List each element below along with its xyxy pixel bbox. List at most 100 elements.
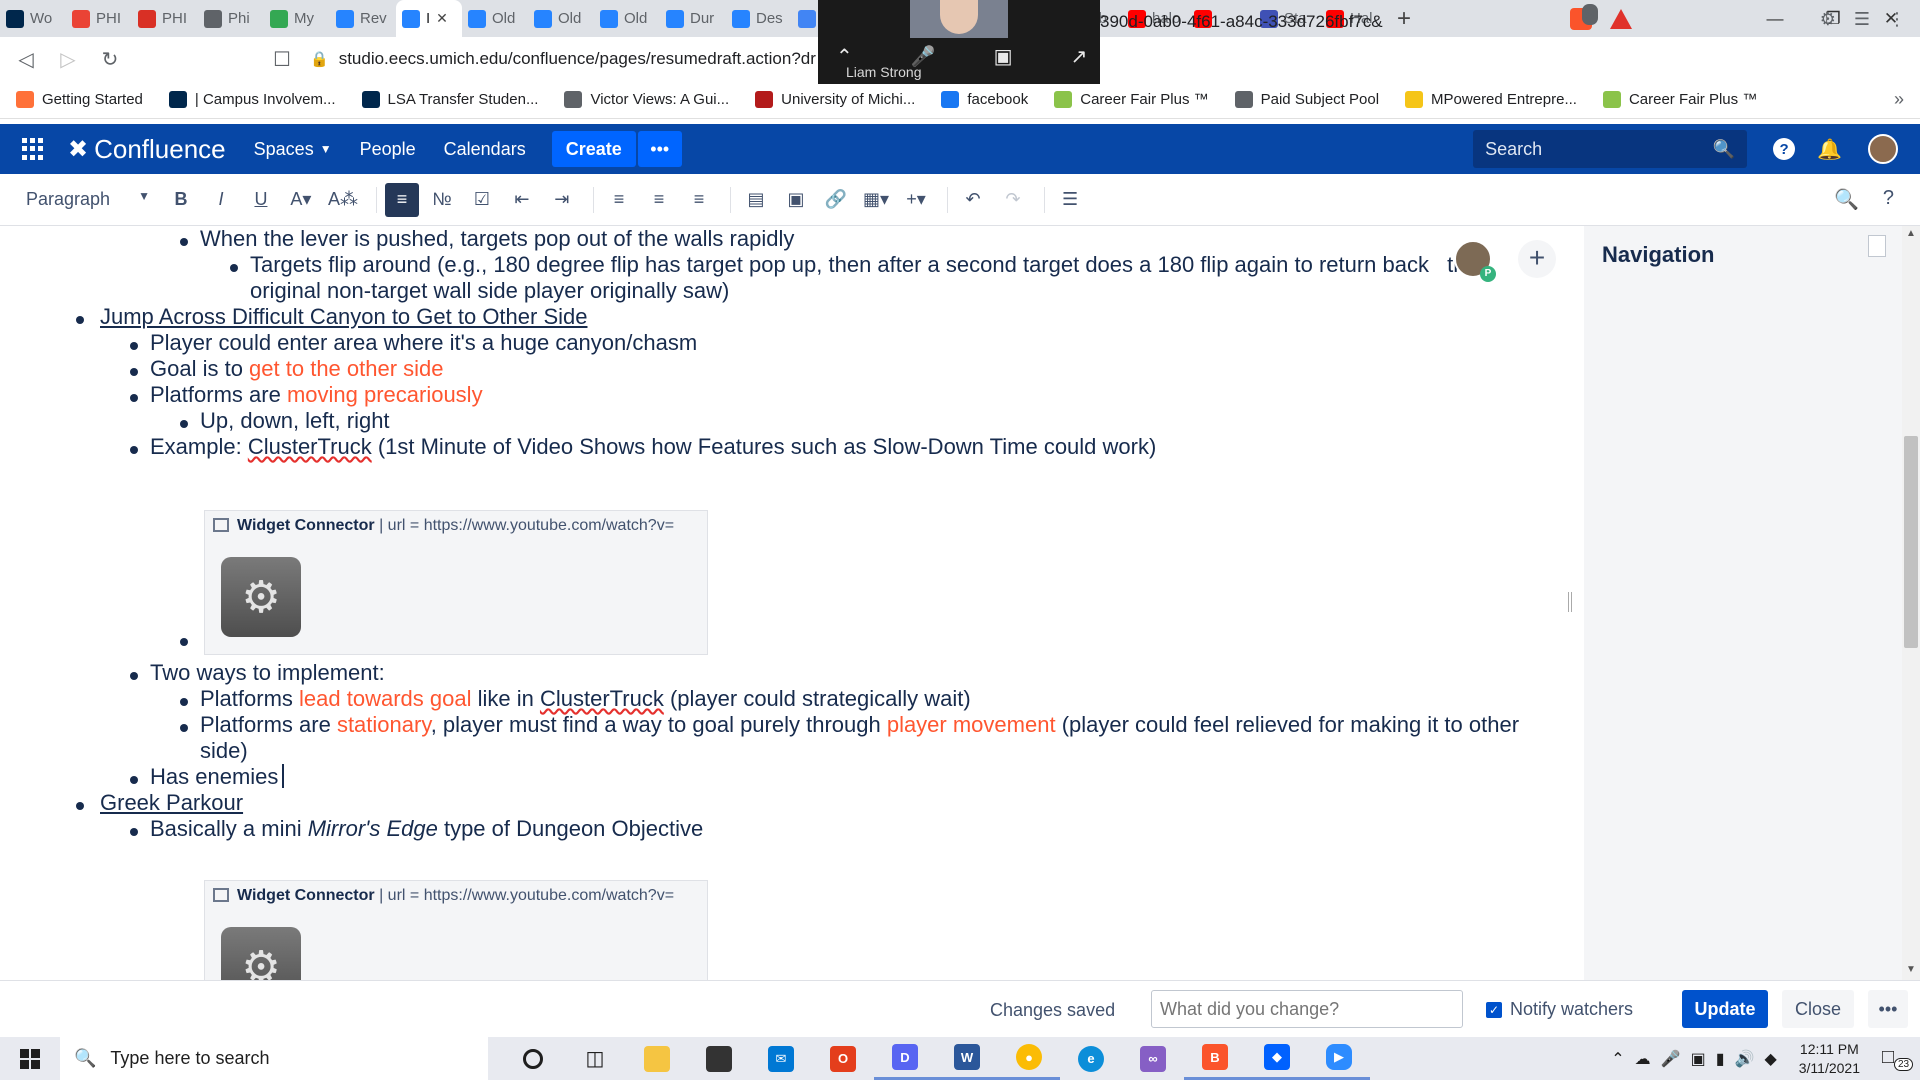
- paragraph-style-select[interactable]: Paragraph ▼: [26, 189, 150, 210]
- chrome-icon[interactable]: ●: [998, 1037, 1060, 1080]
- table-icon[interactable]: ▦▾: [859, 183, 893, 217]
- brave-rewards-icon[interactable]: [1609, 9, 1632, 29]
- create-button[interactable]: Create: [551, 131, 636, 167]
- clock[interactable]: 12:11 PM 3/11/2021: [1799, 1040, 1860, 1078]
- underline-icon[interactable]: U: [244, 183, 278, 217]
- url-text-end[interactable]: 390d-0ab0-4f61-a84c-333d726fbf7c&: [1100, 12, 1383, 32]
- media-control-icon[interactable]: ☰: [1854, 9, 1870, 30]
- browser-tab[interactable]: PHI: [66, 0, 132, 37]
- browser-tab[interactable]: Phi: [198, 0, 264, 37]
- bookmark-item[interactable]: Career Fair Plus ™: [1602, 91, 1757, 108]
- panel-toggle-icon[interactable]: [1868, 235, 1886, 257]
- bookmark-item[interactable]: Paid Subject Pool: [1234, 91, 1379, 108]
- word-icon[interactable]: W: [936, 1037, 998, 1080]
- browser-tab[interactable]: My: [264, 0, 330, 37]
- mail-icon[interactable]: ✉: [750, 1037, 812, 1080]
- bold-icon[interactable]: B: [164, 183, 198, 217]
- keyboard-help-icon[interactable]: ?: [1883, 187, 1894, 212]
- update-button[interactable]: Update: [1682, 990, 1768, 1028]
- link-icon[interactable]: 🔗: [819, 183, 853, 217]
- layout-icon[interactable]: ▤: [739, 183, 773, 217]
- brave-shields-icon[interactable]: 9: [1569, 4, 1598, 30]
- zoom-video-overlay[interactable]: ⌃ 🎤 ▣ ↗ Liam Strong: [818, 0, 1100, 84]
- browser-tab[interactable]: Dur: [660, 0, 726, 37]
- bookmark-item[interactable]: | Campus Involvem...: [168, 91, 336, 108]
- clustertruck-link[interactable]: ClusterTruck: [540, 686, 664, 711]
- add-collaborator-icon[interactable]: +: [1518, 240, 1556, 278]
- app-switcher-icon[interactable]: [22, 138, 44, 160]
- visual-studio-icon[interactable]: ∞: [1122, 1037, 1184, 1080]
- find-replace-icon[interactable]: 🔍: [1834, 187, 1859, 212]
- task-list-icon[interactable]: ☑: [465, 183, 499, 217]
- notify-watchers-toggle[interactable]: ✓ Notify watchers: [1486, 999, 1633, 1020]
- bookmark-item[interactable]: facebook: [941, 91, 1028, 108]
- forward-icon[interactable]: ▷: [54, 47, 82, 72]
- change-comment-input[interactable]: [1151, 990, 1463, 1028]
- browser-tab[interactable]: Old: [594, 0, 660, 37]
- zoom-icon[interactable]: ▶: [1308, 1037, 1370, 1080]
- menu-icon[interactable]: ⋮: [1888, 9, 1906, 30]
- align-right-icon[interactable]: ≡: [682, 183, 716, 217]
- align-center-icon[interactable]: ≡: [642, 183, 676, 217]
- page-outline-icon[interactable]: ☰: [1053, 183, 1087, 217]
- bookmark-item[interactable]: University of Michi...: [755, 91, 915, 108]
- video-off-icon[interactable]: ▣: [994, 44, 1013, 69]
- section-link-greek-parkour[interactable]: Greek Parkour: [100, 790, 243, 816]
- bookmarks-more-icon[interactable]: »: [1894, 89, 1904, 110]
- italic-icon[interactable]: I: [204, 183, 238, 217]
- browser-tab[interactable]: Des: [726, 0, 792, 37]
- redo-icon[interactable]: ↷: [996, 183, 1030, 217]
- text-color-icon[interactable]: A▾: [284, 183, 318, 217]
- widget-connector[interactable]: Widget Connector | url = https://www.you…: [204, 510, 708, 655]
- store-icon[interactable]: [688, 1037, 750, 1080]
- bookmark-item[interactable]: MPowered Entrepre...: [1405, 91, 1577, 108]
- bookmark-item[interactable]: Career Fair Plus ™: [1054, 91, 1209, 108]
- office-icon[interactable]: O: [812, 1037, 874, 1080]
- user-avatar[interactable]: [1868, 134, 1898, 164]
- undo-icon[interactable]: ↶: [956, 183, 990, 217]
- page-scrollbar[interactable]: ▲ ▼: [1902, 226, 1920, 980]
- start-button[interactable]: [0, 1048, 60, 1069]
- notification-center-icon[interactable]: □ 23: [1882, 1046, 1914, 1072]
- close-button[interactable]: Close: [1782, 990, 1854, 1028]
- panel-resize-handle[interactable]: [1568, 592, 1572, 612]
- cortana-icon[interactable]: [502, 1037, 564, 1080]
- notifications-icon[interactable]: 🔔: [1817, 137, 1842, 162]
- numbered-list-icon[interactable]: №: [425, 183, 459, 217]
- scroll-up-icon[interactable]: ▲: [1906, 228, 1916, 239]
- bookmark-item[interactable]: LSA Transfer Studen...: [361, 91, 538, 108]
- task-view-icon[interactable]: ◫: [564, 1037, 626, 1080]
- browser-tab[interactable]: Wo: [0, 0, 66, 37]
- help-icon[interactable]: ?: [1773, 138, 1796, 160]
- scroll-down-icon[interactable]: ▼: [1906, 964, 1916, 975]
- volume-icon[interactable]: 🔊: [1735, 1049, 1755, 1069]
- browser-tab[interactable]: I ✕: [396, 0, 462, 37]
- section-link-canyon[interactable]: Jump Across Difficult Canyon to Get to O…: [100, 304, 587, 330]
- bookmark-item[interactable]: Getting Started: [16, 91, 143, 108]
- reload-icon[interactable]: ↻: [96, 47, 124, 72]
- align-left-icon[interactable]: ≡: [602, 183, 636, 217]
- bullet-list-icon[interactable]: ≡: [384, 182, 419, 217]
- new-tab-icon[interactable]: +: [1386, 5, 1422, 33]
- clustertruck-link[interactable]: ClusterTruck: [248, 434, 372, 459]
- mic-icon[interactable]: 🎤: [1661, 1049, 1681, 1069]
- close-tab-icon[interactable]: ✕: [436, 10, 448, 27]
- discord-icon[interactable]: D: [874, 1037, 936, 1080]
- outdent-icon[interactable]: ⇤: [505, 183, 539, 217]
- browser-tab[interactable]: PHI: [132, 0, 198, 37]
- bookmark-icon[interactable]: ☐: [268, 47, 296, 72]
- battery-icon[interactable]: ▮: [1716, 1049, 1725, 1069]
- nav-spaces[interactable]: Spaces ▼: [254, 139, 332, 160]
- text-format-icon[interactable]: A⁂: [324, 183, 362, 217]
- file-explorer-icon[interactable]: [626, 1037, 688, 1080]
- indent-icon[interactable]: ⇥: [545, 183, 579, 217]
- insert-more-icon[interactable]: +▾: [899, 183, 933, 217]
- brave-icon[interactable]: B: [1184, 1037, 1246, 1080]
- create-more-button[interactable]: •••: [637, 131, 682, 167]
- taskbar-search[interactable]: 🔍 Type here to search: [60, 1037, 488, 1080]
- browser-tab[interactable]: Old: [528, 0, 594, 37]
- nav-people[interactable]: People: [360, 139, 416, 160]
- browser-tab[interactable]: Rev: [330, 0, 396, 37]
- editor-content[interactable]: When the lever is pushed, targets pop ou…: [0, 226, 1584, 980]
- more-options-button[interactable]: •••: [1868, 990, 1908, 1028]
